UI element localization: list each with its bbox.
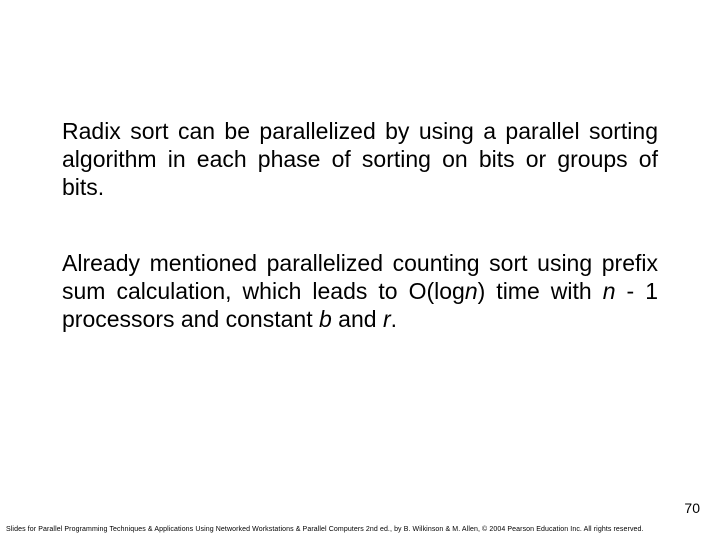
footer-citation: Slides for Parallel Programming Techniqu…	[6, 526, 644, 533]
var-n-1: n	[465, 278, 478, 304]
p2-text-d: and	[332, 306, 383, 332]
paragraph-1: Radix sort can be parallelized by using …	[62, 117, 658, 201]
page-number: 70	[684, 500, 700, 516]
body-text: Radix sort can be parallelized by using …	[62, 117, 658, 381]
p2-text-b: ) time with	[478, 278, 603, 304]
var-r: r	[383, 306, 391, 332]
var-n-2: n	[603, 278, 616, 304]
slide: Radix sort can be parallelized by using …	[0, 0, 720, 540]
var-b: b	[319, 306, 332, 332]
p2-text-e: .	[391, 306, 397, 332]
paragraph-2: Already mentioned parallelized counting …	[62, 249, 658, 333]
